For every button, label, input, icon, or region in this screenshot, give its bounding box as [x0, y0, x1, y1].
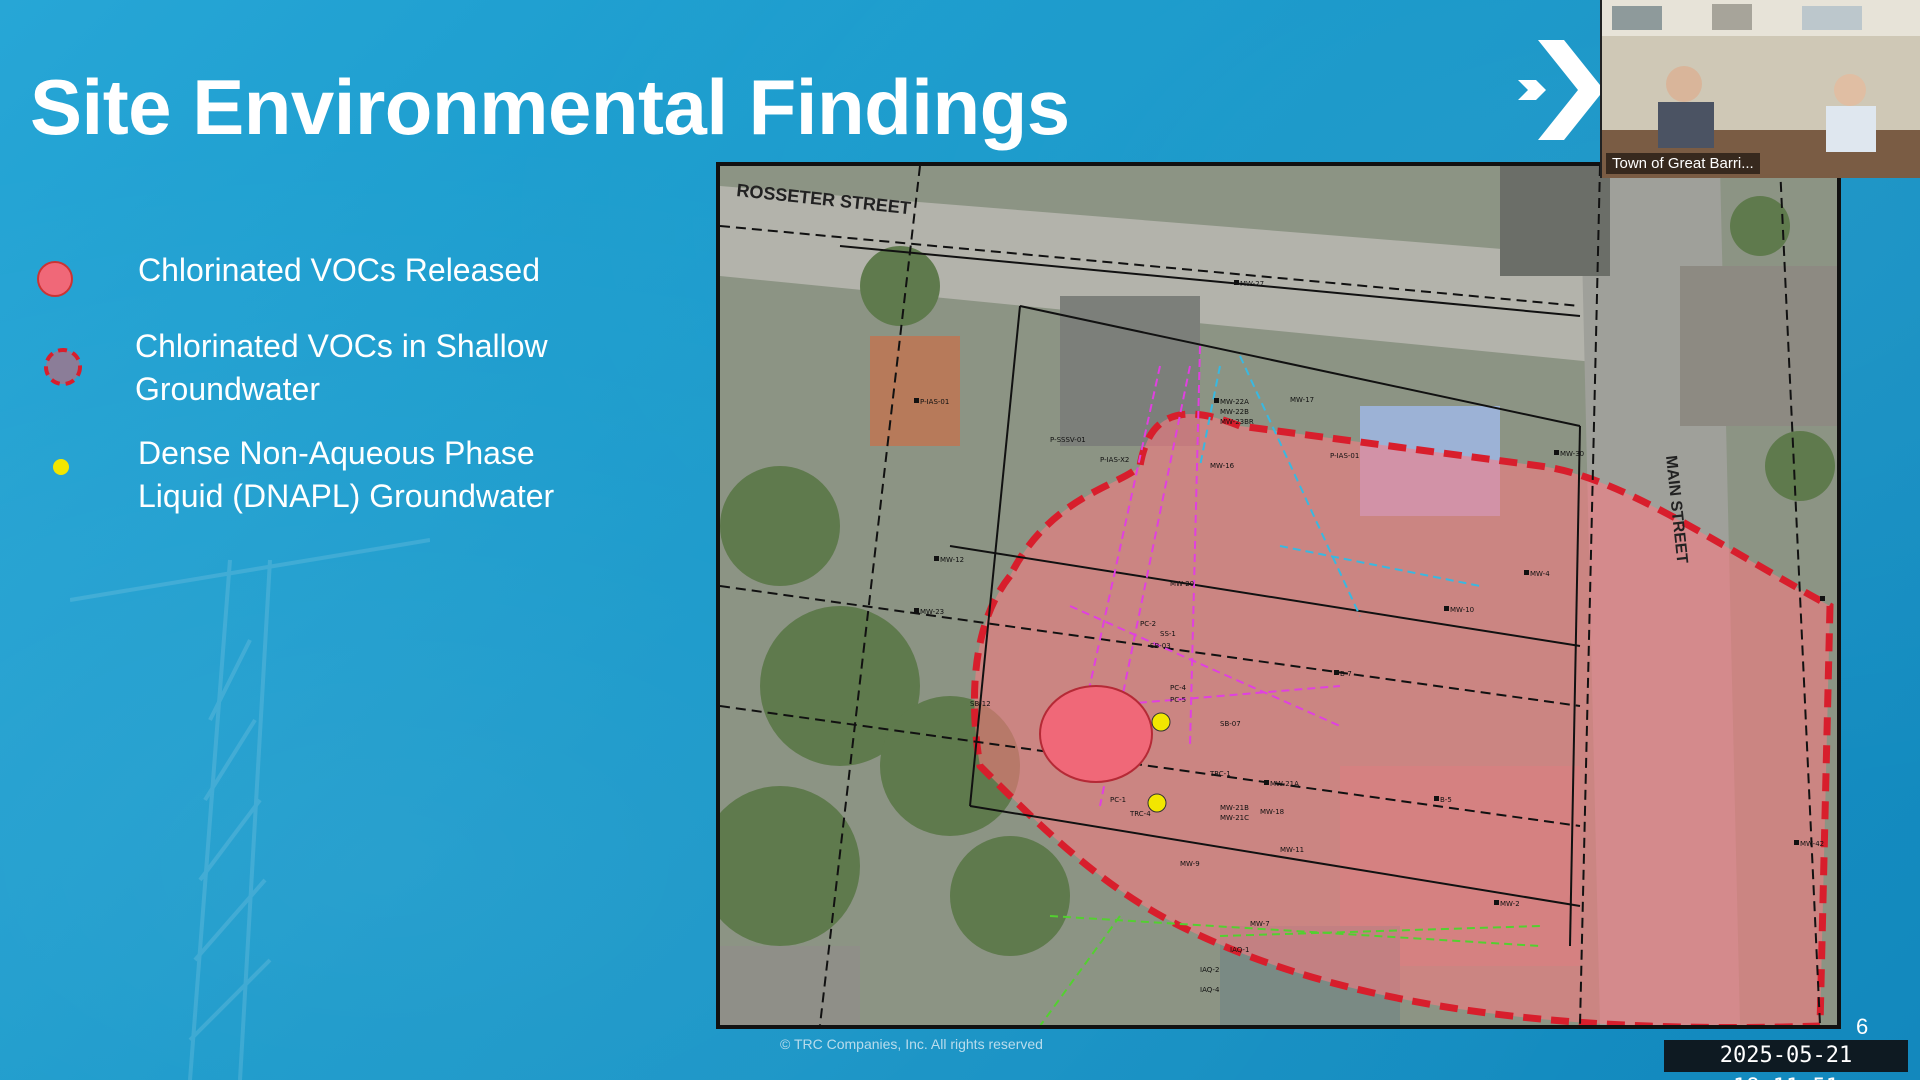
well-label: P-IAS-X2 [1100, 456, 1129, 464]
slide-title: Site Environmental Findings [30, 63, 1070, 151]
well-label: MW-9 [1180, 860, 1200, 868]
well-label: TRC-4 [1129, 810, 1151, 818]
well-label: SB-12 [970, 700, 991, 708]
well-label: TRC-1 [1209, 770, 1231, 778]
well-label: MW-27 [1240, 280, 1264, 288]
well-label: MW-23 [920, 608, 944, 616]
recording-timestamp: 2025-05-21 18:11:51 [1664, 1040, 1908, 1080]
well-label: MW-30 [1560, 450, 1584, 458]
well-label: MW-11 [1280, 846, 1304, 854]
legend-label: Dense Non-Aqueous Phase [138, 435, 535, 471]
legend-label-continued: Groundwater [135, 371, 320, 407]
well-label: MW-21B [1220, 804, 1249, 812]
yellow-dot-icon [53, 459, 69, 475]
well-label: SB-07 [1220, 720, 1241, 728]
company-logo-icon [1518, 40, 1604, 140]
legend-item-shallow-groundwater: Chlorinated VOCs in Shallow Groundwater [135, 325, 548, 411]
well-label: MW-2 [1500, 900, 1520, 908]
well-label: MW-23BR [1220, 418, 1254, 426]
well-label: MW-16 [1210, 462, 1235, 470]
well-label: MW-42 [1800, 840, 1824, 848]
well-label: P-SSSV-01 [1050, 436, 1086, 444]
video-feed-thumbnail[interactable]: Town of Great Barri... [1600, 0, 1920, 178]
meeting-room-video [1602, 0, 1920, 178]
well-label: IAQ-1 [1230, 946, 1249, 954]
red-dashed-circle-icon [44, 348, 82, 386]
well-label: B-5 [1440, 796, 1452, 804]
legend-label: Chlorinated VOCs in Shallow [135, 328, 548, 364]
well-label: MW-10 [1450, 606, 1474, 614]
video-participant-label: Town of Great Barri... [1606, 153, 1760, 174]
well-label: PC-5 [1170, 696, 1186, 704]
legend-item-dnapl: Dense Non-Aqueous Phase Liquid (DNAPL) G… [138, 432, 554, 518]
well-label: PC-4 [1170, 684, 1187, 692]
red-filled-circle-icon [37, 261, 73, 297]
well-label: MW-21A [1270, 780, 1299, 788]
well-label: SB-03 [1150, 642, 1171, 650]
well-label: PC-1 [1110, 796, 1126, 804]
well-label: MW-7 [1250, 920, 1270, 928]
well-label: MW-22A [1220, 398, 1249, 406]
well-label: MW-12 [940, 556, 964, 564]
well-label: IAQ-4 [1200, 986, 1220, 994]
legend-label-continued: Liquid (DNAPL) Groundwater [138, 478, 555, 514]
well-label: PC-2 [1140, 620, 1156, 628]
well-label: MW-22B [1220, 408, 1249, 416]
well-label: SS-1 [1160, 630, 1176, 638]
legend-label: Chlorinated VOCs Released [138, 252, 540, 288]
well-label: P-IAS-01 [920, 398, 949, 406]
well-label: MW-21C [1220, 814, 1249, 822]
legend-item-released: Chlorinated VOCs Released [138, 249, 540, 292]
aerial-site-plan: ROSSETER STREET MAIN STREET MW-27 P-IAS-… [720, 166, 1837, 1025]
well-label: IAQ-2 [1200, 966, 1219, 974]
well-label: MW-4 [1530, 570, 1550, 578]
well-label: P-IAS-01 [1330, 452, 1359, 460]
well-label: MW-18 [1260, 808, 1284, 816]
site-map: ROSSETER STREET MAIN STREET MW-27 P-IAS-… [716, 162, 1841, 1029]
well-label: B-7 [1340, 670, 1352, 678]
copyright-notice: © TRC Companies, Inc. All rights reserve… [780, 1036, 1043, 1052]
slide: Site Environmental Findings Chlorinated … [0, 0, 1920, 1080]
page-number: 6 [1856, 1014, 1869, 1039]
crane-background-graphic [70, 538, 430, 1080]
well-label: MW-20 [1170, 580, 1194, 588]
well-label: MW-17 [1290, 396, 1314, 404]
